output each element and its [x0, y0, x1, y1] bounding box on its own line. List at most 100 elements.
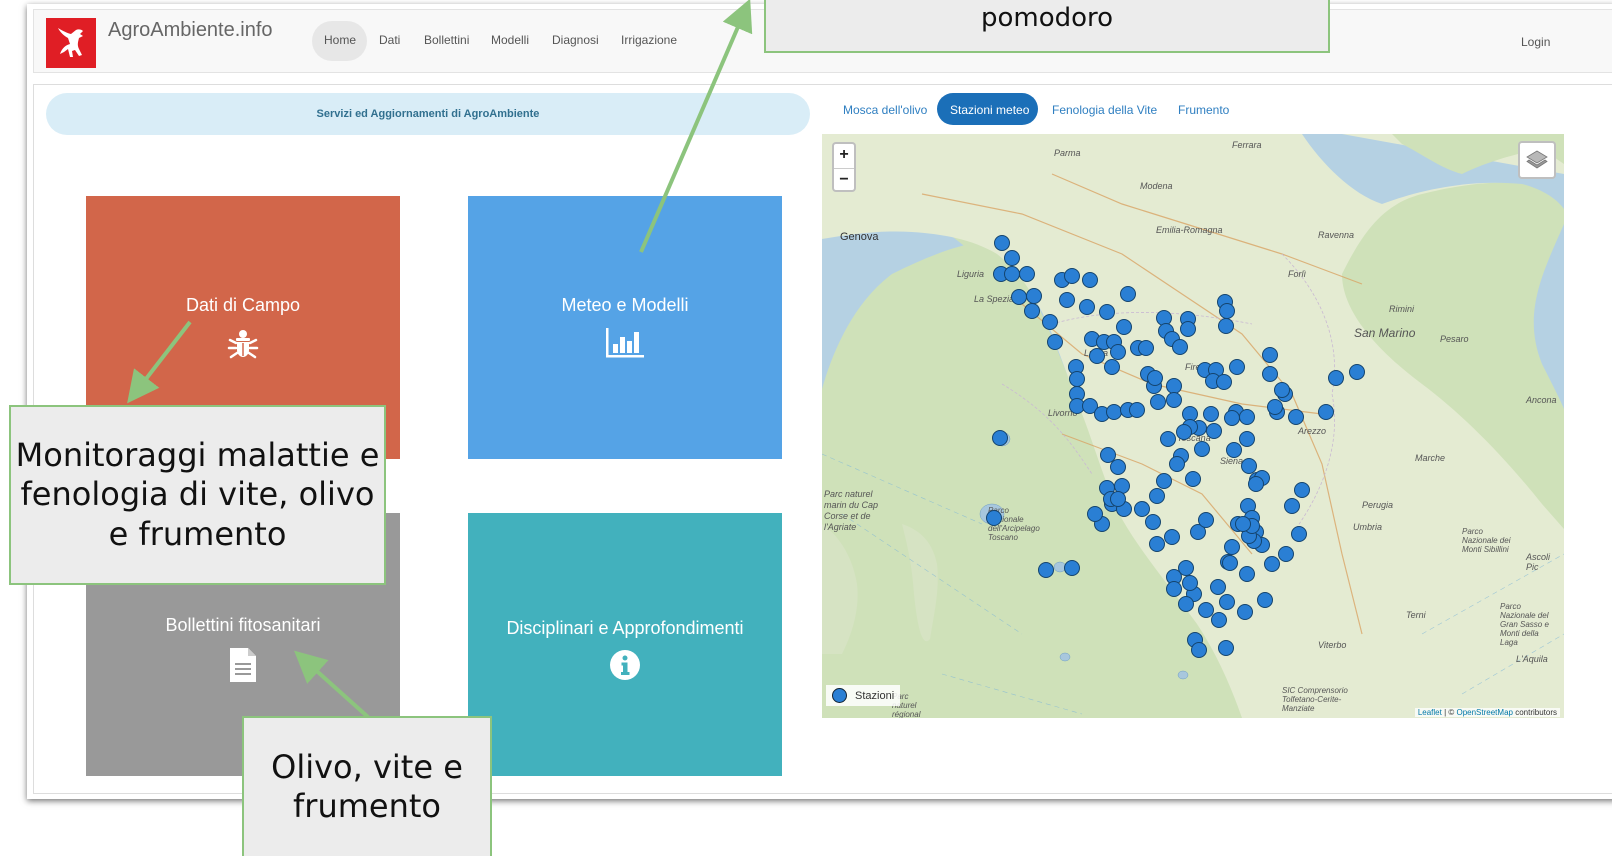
- station-marker[interactable]: [1019, 266, 1035, 282]
- nav-irrigazione[interactable]: Irrigazione: [621, 33, 677, 47]
- station-marker[interactable]: [1262, 366, 1278, 382]
- leaflet-link[interactable]: Leaflet: [1418, 708, 1442, 717]
- station-marker[interactable]: [1166, 378, 1182, 394]
- station-marker[interactable]: [1004, 266, 1020, 282]
- station-marker[interactable]: [994, 235, 1010, 251]
- station-marker[interactable]: [1224, 410, 1240, 426]
- station-marker[interactable]: [1262, 347, 1278, 363]
- station-marker[interactable]: [1116, 319, 1132, 335]
- station-marker[interactable]: [1257, 592, 1273, 608]
- station-marker[interactable]: [1229, 359, 1245, 375]
- station-marker[interactable]: [1180, 321, 1196, 337]
- station-marker[interactable]: [1087, 506, 1103, 522]
- station-marker[interactable]: [1059, 292, 1075, 308]
- zoom-out-button[interactable]: −: [834, 169, 854, 193]
- station-marker[interactable]: [1110, 459, 1126, 475]
- station-marker[interactable]: [992, 430, 1008, 446]
- brand-title[interactable]: AgroAmbiente.info: [108, 19, 273, 42]
- station-marker[interactable]: [1198, 602, 1214, 618]
- station-marker[interactable]: [1218, 640, 1234, 656]
- station-marker[interactable]: [1278, 546, 1294, 562]
- tab-frumento[interactable]: Frumento: [1178, 103, 1229, 117]
- tab-mosca-olivo[interactable]: Mosca dell'olivo: [843, 103, 927, 117]
- nav-dati[interactable]: Dati: [379, 33, 400, 47]
- station-marker[interactable]: [1172, 339, 1188, 355]
- nav-bollettini[interactable]: Bollettini: [424, 33, 469, 47]
- station-marker[interactable]: [1203, 406, 1219, 422]
- station-marker[interactable]: [1156, 310, 1172, 326]
- station-marker[interactable]: [1156, 473, 1172, 489]
- station-marker[interactable]: [1104, 359, 1120, 375]
- station-marker[interactable]: [1241, 458, 1257, 474]
- station-marker[interactable]: [1219, 594, 1235, 610]
- station-marker[interactable]: [1284, 498, 1300, 514]
- station-marker[interactable]: [1349, 364, 1365, 380]
- station-marker[interactable]: [1198, 512, 1214, 528]
- station-marker[interactable]: [1166, 581, 1182, 597]
- station-marker[interactable]: [1191, 642, 1207, 658]
- station-marker[interactable]: [1110, 344, 1126, 360]
- station-marker[interactable]: [1194, 441, 1210, 457]
- station-marker[interactable]: [1138, 340, 1154, 356]
- tab-fenologia-vite[interactable]: Fenologia della Vite: [1052, 103, 1157, 117]
- station-marker[interactable]: [1211, 612, 1227, 628]
- station-marker[interactable]: [986, 510, 1002, 526]
- station-marker[interactable]: [1149, 536, 1165, 552]
- station-marker[interactable]: [1145, 514, 1161, 530]
- station-marker[interactable]: [1206, 423, 1222, 439]
- station-marker[interactable]: [1064, 560, 1080, 576]
- station-marker[interactable]: [1169, 456, 1185, 472]
- station-marker[interactable]: [1064, 268, 1080, 284]
- station-marker[interactable]: [1011, 289, 1027, 305]
- station-marker[interactable]: [1226, 442, 1242, 458]
- station-marker[interactable]: [1042, 314, 1058, 330]
- station-marker[interactable]: [1160, 431, 1176, 447]
- nav-diagnosi[interactable]: Diagnosi: [552, 33, 599, 47]
- station-marker[interactable]: [1185, 471, 1201, 487]
- station-marker[interactable]: [1210, 579, 1226, 595]
- osm-link[interactable]: OpenStreetMap: [1456, 708, 1512, 717]
- station-marker[interactable]: [1224, 539, 1240, 555]
- station-marker[interactable]: [1219, 303, 1235, 319]
- station-marker[interactable]: [1100, 447, 1116, 463]
- station-marker[interactable]: [1328, 370, 1344, 386]
- station-marker[interactable]: [1222, 555, 1238, 571]
- station-marker[interactable]: [1291, 526, 1307, 542]
- station-marker[interactable]: [1318, 404, 1334, 420]
- station-marker[interactable]: [1047, 334, 1063, 350]
- tab-stazioni-meteo[interactable]: Stazioni meteo: [937, 93, 1038, 125]
- station-marker[interactable]: [1026, 288, 1042, 304]
- station-marker[interactable]: [1129, 402, 1145, 418]
- station-marker[interactable]: [1099, 304, 1115, 320]
- stations-map[interactable]: Parma Ferrara Modena Genova Emilia-Romag…: [822, 134, 1564, 718]
- station-marker[interactable]: [1134, 501, 1150, 517]
- station-marker[interactable]: [1235, 516, 1251, 532]
- station-marker[interactable]: [1089, 348, 1105, 364]
- tile-disciplinari[interactable]: Disciplinari e Approfondimenti: [468, 513, 782, 776]
- station-marker[interactable]: [1239, 431, 1255, 447]
- station-marker[interactable]: [1110, 491, 1126, 507]
- tile-meteo-e-modelli[interactable]: Meteo e Modelli: [468, 196, 782, 459]
- nav-modelli[interactable]: Modelli: [491, 33, 529, 47]
- layers-button[interactable]: [1518, 141, 1556, 179]
- station-marker[interactable]: [1164, 529, 1180, 545]
- station-marker[interactable]: [1147, 370, 1163, 386]
- station-marker[interactable]: [1150, 394, 1166, 410]
- station-marker[interactable]: [1216, 374, 1232, 390]
- station-marker[interactable]: [1239, 566, 1255, 582]
- station-marker[interactable]: [1267, 399, 1283, 415]
- station-marker[interactable]: [1218, 318, 1234, 334]
- station-marker[interactable]: [1038, 562, 1054, 578]
- station-marker[interactable]: [1120, 286, 1136, 302]
- station-marker[interactable]: [1166, 392, 1182, 408]
- station-marker[interactable]: [1288, 409, 1304, 425]
- station-marker[interactable]: [1149, 488, 1165, 504]
- zoom-in-button[interactable]: +: [834, 144, 854, 169]
- station-marker[interactable]: [1178, 596, 1194, 612]
- tuscany-logo[interactable]: [46, 18, 96, 68]
- nav-home[interactable]: Home: [312, 21, 367, 61]
- station-marker[interactable]: [1248, 476, 1264, 492]
- station-marker[interactable]: [1176, 424, 1192, 440]
- station-marker[interactable]: [1237, 604, 1253, 620]
- station-marker[interactable]: [1079, 299, 1095, 315]
